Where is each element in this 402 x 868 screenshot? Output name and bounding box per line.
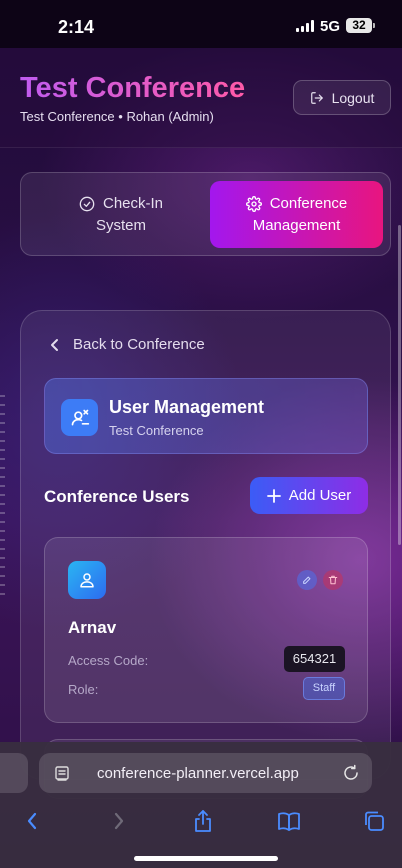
- share-button[interactable]: [188, 806, 218, 836]
- conference-users-heading: Conference Users: [44, 487, 190, 506]
- tab-label-line2: Management: [252, 216, 341, 234]
- user-management-panel: Back to Conference User Management Test …: [20, 310, 391, 799]
- scrollbar-thumb[interactable]: [398, 225, 401, 545]
- banner-title: User Management: [109, 397, 265, 417]
- add-user-button[interactable]: Add User: [250, 477, 368, 514]
- banner-subtitle: Test Conference: [109, 423, 204, 438]
- back-label: Back to Conference: [73, 336, 205, 353]
- user-card: Arnav Access Code: 654321 Role: Staff: [44, 537, 368, 723]
- trash-icon: [328, 575, 338, 585]
- battery-tip: [373, 23, 375, 28]
- page-title: Test Conference: [20, 72, 246, 104]
- bookmarks-button[interactable]: [274, 806, 304, 836]
- plus-icon: [266, 488, 281, 503]
- section-banner: User Management Test Conference: [44, 378, 368, 454]
- app-header: Test Conference Test Conference • Rohan …: [0, 48, 402, 148]
- reload-icon[interactable]: [342, 764, 360, 782]
- check-circle-icon: [79, 196, 95, 211]
- delete-user-button[interactable]: [323, 570, 343, 590]
- tabs-button[interactable]: [359, 806, 389, 836]
- tab-conference-management[interactable]: Conference Management: [210, 181, 383, 248]
- role-badge: Staff: [303, 677, 345, 700]
- access-code-label: Access Code:: [68, 653, 149, 668]
- user-name: Arnav: [68, 618, 117, 637]
- address-bar[interactable]: conference-planner.vercel.app: [39, 753, 372, 793]
- url-text: conference-planner.vercel.app: [97, 765, 299, 782]
- chevron-left-icon: [27, 812, 37, 830]
- home-indicator: [134, 856, 278, 861]
- book-icon: [278, 812, 300, 831]
- add-user-label: Add User: [288, 487, 352, 504]
- chevron-left-icon: [51, 338, 58, 351]
- tab-label-line1: Conference: [269, 194, 348, 212]
- logout-button[interactable]: Logout: [293, 80, 391, 115]
- page-subtitle: Test Conference • Rohan (Admin): [20, 109, 214, 124]
- battery-icon: 32: [346, 18, 372, 33]
- tab-label-line2: System: [95, 216, 146, 234]
- status-time: 2:14: [58, 17, 95, 37]
- browser-toolbar: conference-planner.vercel.app: [0, 742, 402, 868]
- background-speckle: [0, 395, 5, 595]
- back-button[interactable]: [17, 806, 47, 836]
- tab-check-in-system[interactable]: Check-In System: [31, 181, 211, 248]
- forward-button[interactable]: [104, 806, 134, 836]
- logout-label: Logout: [331, 89, 375, 106]
- gear-icon: [245, 195, 262, 212]
- tab-label-line1: Check-In: [102, 194, 164, 212]
- user-avatar-icon: [68, 561, 106, 599]
- back-to-conference-link[interactable]: Back to Conference: [49, 336, 205, 353]
- user-settings-icon: [61, 399, 98, 436]
- mode-tabs: Check-In System Conference Management: [20, 172, 391, 256]
- share-icon: [195, 810, 211, 832]
- app-screen: 2:14 5G 32 Test Conference Test Conferen…: [0, 0, 402, 868]
- status-bar: 2:14 5G 32: [0, 0, 402, 48]
- access-code-value: 654321: [284, 646, 345, 672]
- network-type: 5G: [320, 18, 341, 35]
- edit-user-button[interactable]: [297, 570, 317, 590]
- reader-icon[interactable]: [54, 765, 70, 781]
- previous-tab-preview[interactable]: [0, 753, 28, 793]
- browser-nav-row: [0, 804, 402, 838]
- chevron-right-icon: [114, 812, 124, 830]
- signal-icon: [296, 20, 314, 32]
- role-label: Role:: [68, 682, 99, 697]
- tabs-icon: [365, 811, 384, 831]
- edit-icon: [303, 576, 311, 584]
- logout-icon: [310, 91, 323, 104]
